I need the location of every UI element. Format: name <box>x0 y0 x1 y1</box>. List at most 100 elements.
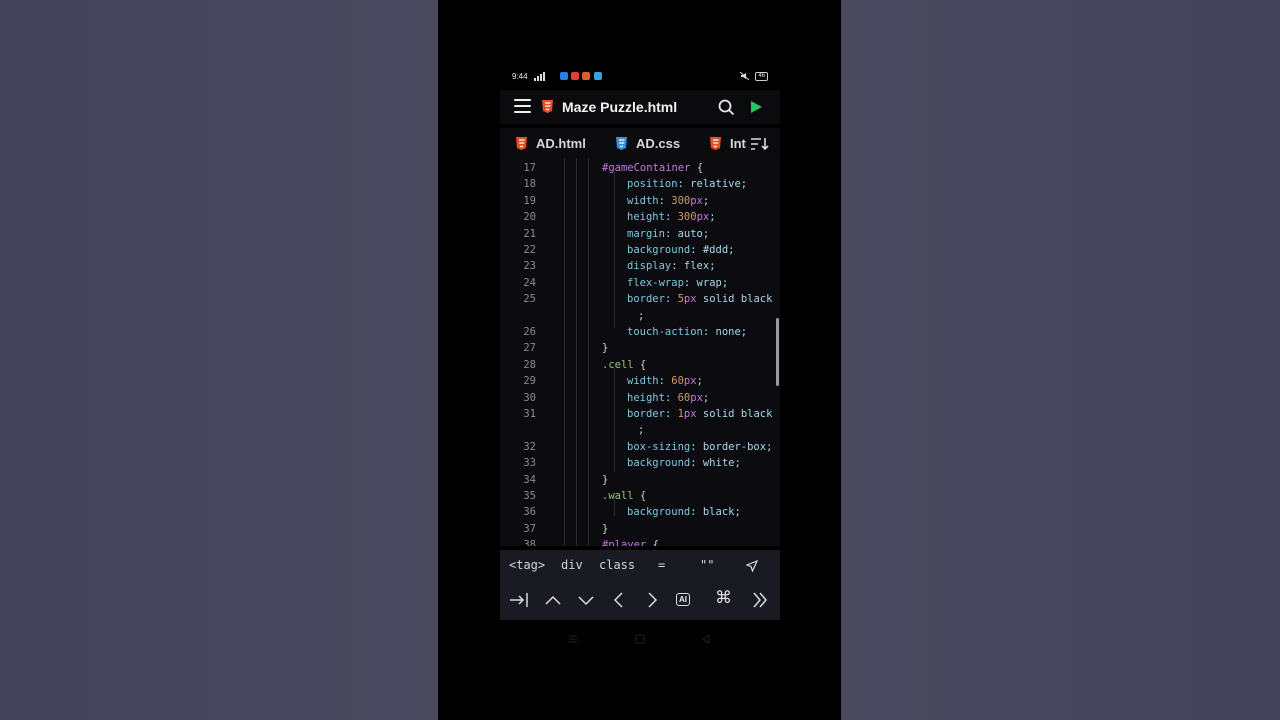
code-text: display: flex; <box>627 260 716 273</box>
line-number: 22 <box>523 244 536 256</box>
code-text: .cell { <box>602 358 647 371</box>
line-number: 35 <box>523 490 536 502</box>
tab-label: Int <box>730 136 746 151</box>
code-line[interactable]: 29 width: 60px; <box>500 373 780 389</box>
arrow-down-icon[interactable] <box>577 588 595 612</box>
code-line[interactable]: 24 flex-wrap: wrap; <box>500 275 780 291</box>
symbol-toolbar: <tag> div class = "" AI ⌘ <box>500 550 780 620</box>
arrow-left-icon[interactable] <box>613 588 625 612</box>
tab-label: AD.html <box>536 136 586 151</box>
back-icon[interactable] <box>701 634 711 644</box>
code-line[interactable]: 36 background: black; <box>500 504 780 520</box>
code-text: width: 60px; <box>627 375 703 388</box>
code-line[interactable]: 34} <box>500 472 780 488</box>
status-right: 46 <box>739 71 768 81</box>
code-line[interactable]: 18 position: relative; <box>500 176 780 192</box>
code-line[interactable]: 37} <box>500 521 780 537</box>
search-icon[interactable] <box>718 99 735 116</box>
app-notification-icon <box>593 72 602 80</box>
key-class[interactable]: class <box>599 558 635 572</box>
code-text: } <box>602 522 609 535</box>
file-tabs: AD.html AD.css Int <box>500 128 780 158</box>
code-line[interactable]: 27} <box>500 340 780 356</box>
code-line[interactable]: 25 border: 5px solid black <box>500 291 780 307</box>
line-number: 25 <box>523 293 536 306</box>
html5-icon <box>516 137 527 150</box>
code-line[interactable]: 19 width: 300px; <box>500 193 780 209</box>
status-time: 9:44 <box>512 72 528 81</box>
code-text: position: relative; <box>627 178 748 191</box>
line-number: 32 <box>523 440 536 453</box>
code-line[interactable]: 20 height: 300px; <box>500 209 780 225</box>
line-number: 33 <box>523 457 536 470</box>
line-number: 24 <box>523 276 536 289</box>
code-line[interactable]: 22 background: #ddd; <box>500 242 780 258</box>
key-div[interactable]: div <box>561 558 583 572</box>
run-icon[interactable] <box>751 101 762 113</box>
line-number: 38 <box>523 539 536 546</box>
code-text: ; <box>638 424 645 437</box>
line-number: 18 <box>523 178 536 191</box>
code-line[interactable]: 23 display: flex; <box>500 258 780 274</box>
key-tag[interactable]: <tag> <box>509 558 545 572</box>
code-line[interactable]: 33 background: white; <box>500 455 780 471</box>
code-text: width: 300px; <box>627 194 710 207</box>
menu-icon[interactable] <box>514 99 531 113</box>
line-number: 21 <box>523 227 536 240</box>
code-line[interactable]: ; <box>500 422 780 438</box>
line-number: 26 <box>523 326 536 338</box>
code-text: .wall { <box>602 490 647 502</box>
video-blur-left <box>0 0 438 720</box>
system-nav-bar <box>500 628 780 652</box>
code-text: #gameContainer { <box>602 162 704 174</box>
recents-icon[interactable] <box>568 634 578 644</box>
code-text: } <box>602 342 609 355</box>
code-line[interactable]: 30 height: 60px; <box>500 390 780 406</box>
double-chevron-icon[interactable] <box>752 588 768 612</box>
code-text: ; <box>638 309 645 322</box>
line-number: 36 <box>523 506 536 519</box>
line-number: 28 <box>523 358 536 371</box>
code-line[interactable]: ; <box>500 308 780 324</box>
code-line[interactable]: 17 #gameContainer { <box>500 160 780 176</box>
code-line[interactable]: 21 margin: auto; <box>500 226 780 242</box>
line-number: 29 <box>523 375 536 388</box>
code-text: flex-wrap: wrap; <box>627 276 729 289</box>
code-line[interactable]: 35 .wall { <box>500 488 780 504</box>
app-bar: Maze Puzzle.html <box>500 90 780 124</box>
code-text: touch-action: none; <box>627 326 748 338</box>
notification-icons <box>560 72 603 81</box>
code-text: height: 300px; <box>627 211 716 224</box>
key-equals[interactable]: = <box>658 558 665 572</box>
line-number: 27 <box>523 342 536 355</box>
line-number: 30 <box>523 391 536 404</box>
code-line[interactable]: 32 box-sizing: border-box; <box>500 439 780 455</box>
line-number: 20 <box>523 211 536 224</box>
code-line[interactable]: 26 touch-action: none; <box>500 324 780 340</box>
code-line[interactable]: 38 #player { <box>500 537 780 546</box>
code-text: background: white; <box>627 457 741 470</box>
mute-icon <box>739 71 750 81</box>
code-editor[interactable]: 17 #gameContainer {18 position: relative; 1… <box>500 158 780 546</box>
home-icon[interactable] <box>635 634 645 644</box>
arrow-up-icon[interactable] <box>544 588 562 612</box>
command-icon[interactable]: ⌘ <box>715 588 732 608</box>
sort-icon[interactable] <box>750 137 770 151</box>
youtube-icon <box>571 72 580 80</box>
code-line[interactable]: 28 .cell { <box>500 357 780 373</box>
file-title: Maze Puzzle.html <box>562 99 678 115</box>
tab-key-icon[interactable] <box>509 588 529 612</box>
key-quotes[interactable]: "" <box>700 558 714 572</box>
code-text: } <box>602 473 609 486</box>
code-text: background: black; <box>627 506 741 519</box>
code-text: border: 5px solid black <box>627 293 773 306</box>
code-line[interactable]: 31 border: 1px solid black <box>500 406 780 422</box>
ai-icon[interactable]: AI <box>676 593 690 606</box>
send-icon[interactable] <box>746 560 758 572</box>
arrow-right-icon[interactable] <box>646 588 658 612</box>
line-number: 37 <box>523 522 536 535</box>
status-bar: 9:44 46 <box>500 68 780 86</box>
tab-label: AD.css <box>636 136 681 151</box>
line-number: 19 <box>523 194 536 207</box>
code-text: box-sizing: border-box; <box>627 440 773 453</box>
